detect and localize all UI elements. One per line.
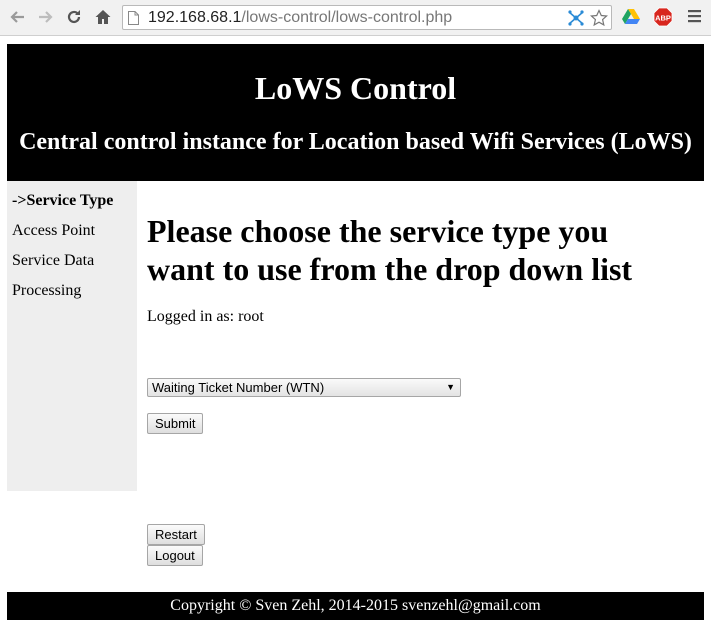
browser-toolbar: 192.168.68.1/lows-control/lows-control.p… xyxy=(0,0,711,36)
back-button[interactable] xyxy=(7,6,29,28)
reload-button[interactable] xyxy=(63,6,85,28)
forward-button[interactable] xyxy=(34,6,56,28)
google-drive-icon[interactable] xyxy=(621,7,641,27)
logged-in-status: Logged in as: root xyxy=(147,308,264,325)
site-subtitle: Central control instance for Location ba… xyxy=(19,129,692,155)
url-path: /lows-control/lows-control.php xyxy=(241,9,453,26)
site-header: LoWS Control Central control instance fo… xyxy=(7,44,704,181)
adblock-plus-icon[interactable]: ABP xyxy=(653,7,673,27)
url-text[interactable]: 192.168.68.1/lows-control/lows-control.p… xyxy=(148,8,452,27)
forward-arrow-icon xyxy=(39,11,53,23)
site-footer: Copyright © Sven Zehl, 2014-2015 svenzeh… xyxy=(7,592,704,620)
page-heading: Please choose the service type you want … xyxy=(147,213,633,287)
back-arrow-icon xyxy=(10,11,24,23)
page-icon xyxy=(128,11,139,30)
home-button[interactable] xyxy=(92,6,114,28)
sidebar-nav: ->Service Type Access Point Service Data… xyxy=(7,181,137,491)
abp-label: ABP xyxy=(655,14,671,23)
service-type-select[interactable]: Waiting Ticket Number (WTN) ▼ xyxy=(147,378,461,397)
sidebar-item-service-type[interactable]: ->Service Type xyxy=(12,191,113,211)
address-bar[interactable]: 192.168.68.1/lows-control/lows-control.p… xyxy=(122,5,612,30)
reload-icon xyxy=(67,10,81,24)
home-icon xyxy=(95,10,111,24)
dropdown-arrow-icon: ▼ xyxy=(446,382,455,392)
logout-button[interactable]: Logout xyxy=(147,545,203,566)
site-title: LoWS Control xyxy=(254,70,457,106)
restart-button[interactable]: Restart xyxy=(147,524,205,545)
sidebar-item-access-point[interactable]: Access Point xyxy=(12,221,95,241)
service-type-selected-value: Waiting Ticket Number (WTN) xyxy=(152,380,325,395)
submit-button[interactable]: Submit xyxy=(147,413,204,434)
chrome-menu-icon[interactable] xyxy=(686,7,706,27)
url-host: 192.168.68.1 xyxy=(148,9,242,26)
bookmark-star-icon[interactable] xyxy=(589,9,609,32)
sidebar-item-service-data[interactable]: Service Data xyxy=(12,251,94,271)
sidebar-item-processing[interactable]: Processing xyxy=(12,281,81,301)
network-extension-icon[interactable] xyxy=(567,9,585,32)
